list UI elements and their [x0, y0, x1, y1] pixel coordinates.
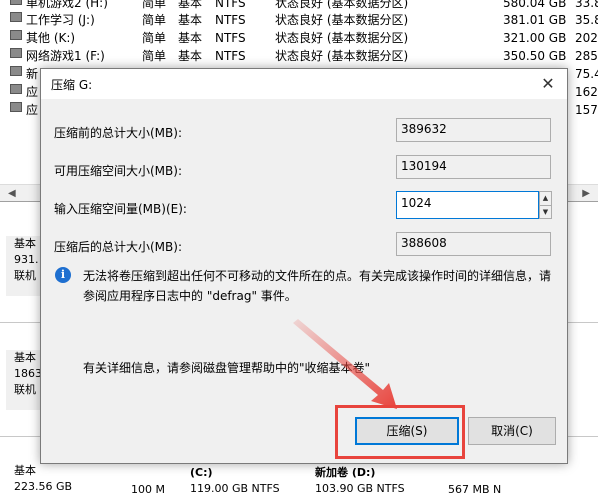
drive-icon — [10, 48, 22, 58]
volume-row[interactable]: 工作学习 (J:) 简单 基本 NTFS 状态良好 (基本数据分区) 381.0… — [0, 12, 598, 29]
info-message: 无法将卷压缩到超出任何不可移动的文件所在的点。有关完成该操作时间的详细信息，请参… — [83, 269, 552, 303]
disk-header[interactable]: 基本 223.56 GB — [6, 463, 72, 497]
shrink-dialog: 压缩 G: ✕ 压缩前的总计大小(MB): 389632 可用压缩空间大小(MB… — [40, 68, 568, 464]
disk-header[interactable]: 基本 1863 联机 — [6, 350, 42, 410]
drive-icon — [10, 84, 22, 94]
drive-icon — [10, 12, 22, 22]
partition-block[interactable]: 新加卷 (D:) 103.90 GB NTFS — [315, 465, 405, 497]
volume-row[interactable]: 其他 (K:) 简单 基本 NTFS 状态良好 (基本数据分区) 321.00 … — [0, 30, 598, 47]
drive-icon — [10, 30, 22, 40]
shrink-amount-input[interactable]: 1024 — [396, 191, 539, 219]
size-after-value: 388608 — [396, 232, 551, 256]
shrink-amount-label: 输入压缩空间量(MB)(E): — [54, 202, 187, 216]
size-before-label: 压缩前的总计大小(MB): — [54, 126, 182, 140]
annotation-arrow-icon — [293, 319, 397, 409]
size-before-value: 389632 — [396, 118, 551, 142]
scroll-right-icon[interactable]: ▶ — [582, 188, 590, 199]
drive-icon — [10, 102, 22, 112]
available-space-label: 可用压缩空间大小(MB): — [54, 164, 182, 178]
spin-up-icon[interactable]: ▲ — [540, 192, 551, 205]
volume-row[interactable]: 单机游戏2 (H:) 简单 基本 NTFS 状态良好 (基本数据分区) 580.… — [0, 0, 598, 12]
dialog-titlebar[interactable]: 压缩 G: ✕ — [41, 69, 567, 99]
drive-icon — [10, 66, 22, 76]
close-icon[interactable]: ✕ — [537, 73, 559, 95]
volume-row[interactable]: 网络游戏1 (F:) 简单 基本 NTFS 状态良好 (基本数据分区) 350.… — [0, 48, 598, 65]
partition-block[interactable]: (C:) 119.00 GB NTFS — [190, 465, 280, 497]
disk-header[interactable]: 基本 931. 联机 — [6, 236, 40, 296]
partition-block[interactable]: 567 MB N — [448, 482, 501, 498]
cancel-button[interactable]: 取消(C) — [468, 417, 556, 445]
shrink-amount-spinner[interactable]: ▲ ▼ — [539, 191, 552, 219]
drive-icon — [10, 0, 22, 5]
partition-block[interactable]: 100 M — [131, 482, 165, 498]
scroll-left-icon[interactable]: ◀ — [8, 188, 16, 199]
spin-down-icon[interactable]: ▼ — [540, 205, 551, 219]
available-space-value: 130194 — [396, 155, 551, 179]
info-icon: i — [55, 267, 71, 283]
dialog-title: 压缩 G: — [51, 78, 93, 92]
size-after-label: 压缩后的总计大小(MB): — [54, 240, 182, 254]
